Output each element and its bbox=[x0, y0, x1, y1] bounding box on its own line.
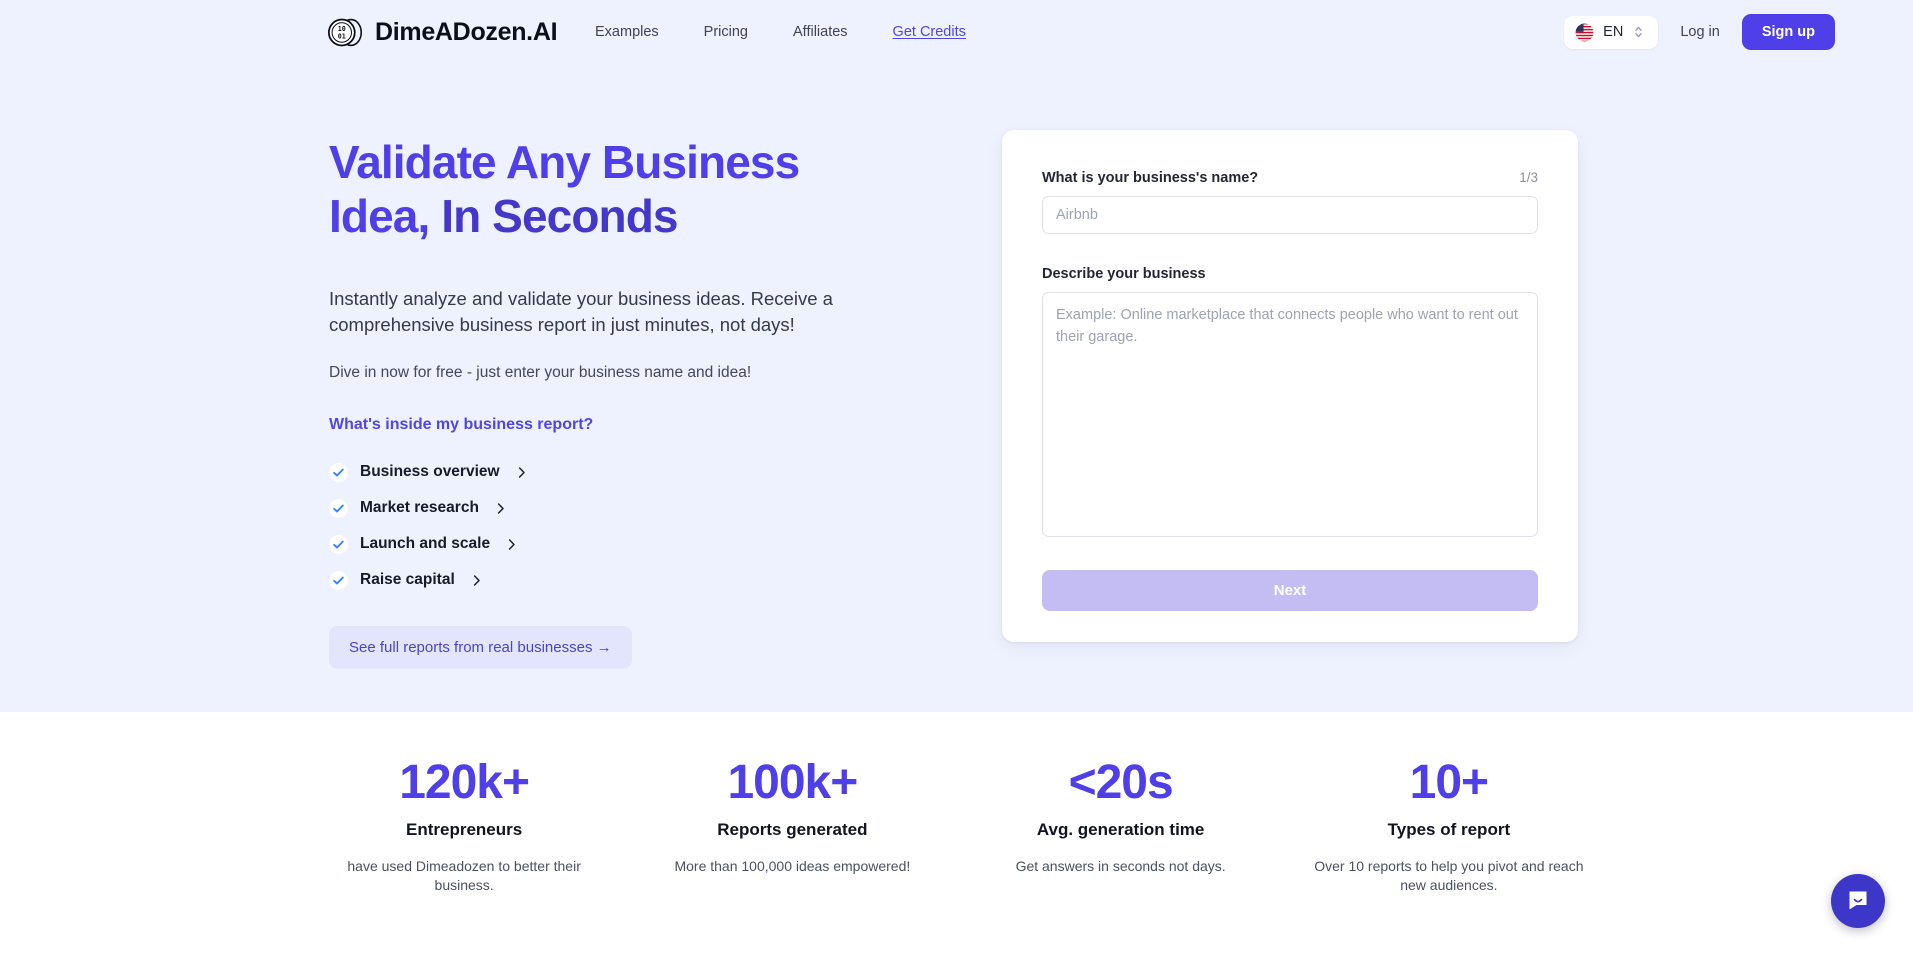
chat-launcher-button[interactable] bbox=[1831, 874, 1885, 928]
stat-generation-time: <20s Avg. generation time Get answers in… bbox=[957, 712, 1285, 876]
stat-description: have used Dimeadozen to better their bus… bbox=[347, 857, 581, 894]
chat-bubble-icon bbox=[1845, 887, 1871, 916]
stat-value: 100k+ bbox=[727, 756, 858, 809]
check-icon bbox=[329, 534, 348, 554]
list-item[interactable]: Launch and scale bbox=[329, 526, 517, 562]
brand-name: DimeADozen.AI bbox=[375, 18, 558, 46]
report-contents-list: Business overview Market research Launch… bbox=[329, 454, 929, 598]
hero-dive-in-text: Dive in now for free - just enter your b… bbox=[329, 364, 752, 382]
stat-description: Get answers in seconds not days. bbox=[1015, 857, 1226, 874]
coin-binary-icon: 10 01 bbox=[327, 14, 364, 51]
stat-title: Types of report bbox=[1387, 819, 1511, 839]
site-header: 10 01 DimeADozen.AI Examples Pricing Aff… bbox=[0, 0, 1913, 68]
up-down-chevron-icon bbox=[1632, 24, 1645, 40]
headline-line-2-normal: Idea, bbox=[329, 189, 442, 242]
nav-item-pricing[interactable]: Pricing bbox=[704, 24, 748, 40]
stat-reports-generated: 100k+ Reports generated More than 100,00… bbox=[628, 712, 956, 876]
list-item[interactable]: Business overview bbox=[329, 454, 527, 490]
hero-left-column: Validate Any Business Idea, In Seconds I… bbox=[329, 136, 929, 670]
business-idea-form: What is your business's name? 1/3 Descri… bbox=[1002, 130, 1578, 642]
hero-background bbox=[0, 0, 1913, 712]
chevron-right-icon bbox=[502, 538, 517, 551]
signup-button[interactable]: Sign up bbox=[1741, 14, 1835, 50]
next-button[interactable]: Next bbox=[1042, 570, 1538, 611]
headline-line-1: Validate Any Business bbox=[329, 136, 800, 188]
stat-title: Reports generated bbox=[717, 819, 868, 839]
us-flag-icon bbox=[1575, 22, 1594, 42]
business-description-label: Describe your business bbox=[1042, 266, 1206, 282]
svg-text:01: 01 bbox=[338, 32, 346, 40]
language-code: EN bbox=[1603, 24, 1624, 40]
stat-value: 10+ bbox=[1409, 756, 1489, 809]
business-name-input[interactable] bbox=[1042, 196, 1538, 234]
hero-subheading: Instantly analyze and validate your busi… bbox=[329, 287, 833, 336]
stat-description: Over 10 reports to help you pivot and re… bbox=[1314, 857, 1584, 894]
report-contents-heading: What's inside my business report? bbox=[329, 416, 594, 434]
list-item[interactable]: Raise capital bbox=[329, 562, 482, 598]
headline-line-2-bold: In Seconds bbox=[441, 189, 678, 242]
list-item[interactable]: Market research bbox=[329, 490, 506, 526]
business-description-textarea[interactable] bbox=[1042, 292, 1538, 537]
main-nav: Examples Pricing Affiliates Get Credits bbox=[595, 24, 966, 40]
check-icon bbox=[329, 570, 348, 590]
stat-title: Entrepreneurs bbox=[406, 819, 523, 839]
check-icon bbox=[329, 462, 348, 482]
chevron-right-icon bbox=[491, 502, 506, 515]
step-counter: 1/3 bbox=[1519, 170, 1538, 185]
chevron-right-icon bbox=[467, 574, 482, 587]
brand-logo-link[interactable]: 10 01 DimeADozen.AI bbox=[327, 14, 558, 51]
chevron-right-icon bbox=[512, 466, 527, 479]
header-actions: EN Log in Sign up bbox=[1564, 14, 1835, 50]
list-item-label: Launch and scale bbox=[360, 535, 491, 553]
see-full-reports-button[interactable]: See full reports from real businesses → bbox=[329, 626, 632, 670]
landing-page: 10 01 DimeADozen.AI Examples Pricing Aff… bbox=[0, 0, 1913, 953]
stat-types-of-report: 10+ Types of report Over 10 reports to h… bbox=[1285, 712, 1613, 896]
login-link[interactable]: Log in bbox=[1680, 24, 1720, 40]
list-item-label: Business overview bbox=[360, 463, 500, 481]
stat-entrepreneurs: 120k+ Entrepreneurs have used Dimeadozen… bbox=[300, 712, 628, 896]
list-item-label: Raise capital bbox=[360, 571, 455, 589]
stat-value: <20s bbox=[1068, 756, 1174, 809]
nav-item-examples[interactable]: Examples bbox=[595, 24, 659, 40]
check-icon bbox=[329, 498, 348, 518]
page-title: Validate Any Business Idea, In Seconds bbox=[329, 136, 929, 244]
stat-title: Avg. generation time bbox=[1036, 819, 1205, 839]
business-name-label: What is your business's name? bbox=[1042, 170, 1259, 186]
stats-section: 120k+ Entrepreneurs have used Dimeadozen… bbox=[0, 712, 1913, 953]
stat-value: 120k+ bbox=[399, 756, 530, 809]
nav-item-get-credits[interactable]: Get Credits bbox=[893, 24, 966, 40]
stat-description: More than 100,000 ideas empowered! bbox=[674, 857, 911, 874]
business-name-field-header: What is your business's name? 1/3 bbox=[1042, 170, 1538, 186]
nav-item-affiliates[interactable]: Affiliates bbox=[793, 24, 848, 40]
list-item-label: Market research bbox=[360, 499, 479, 517]
language-selector[interactable]: EN bbox=[1564, 15, 1659, 49]
